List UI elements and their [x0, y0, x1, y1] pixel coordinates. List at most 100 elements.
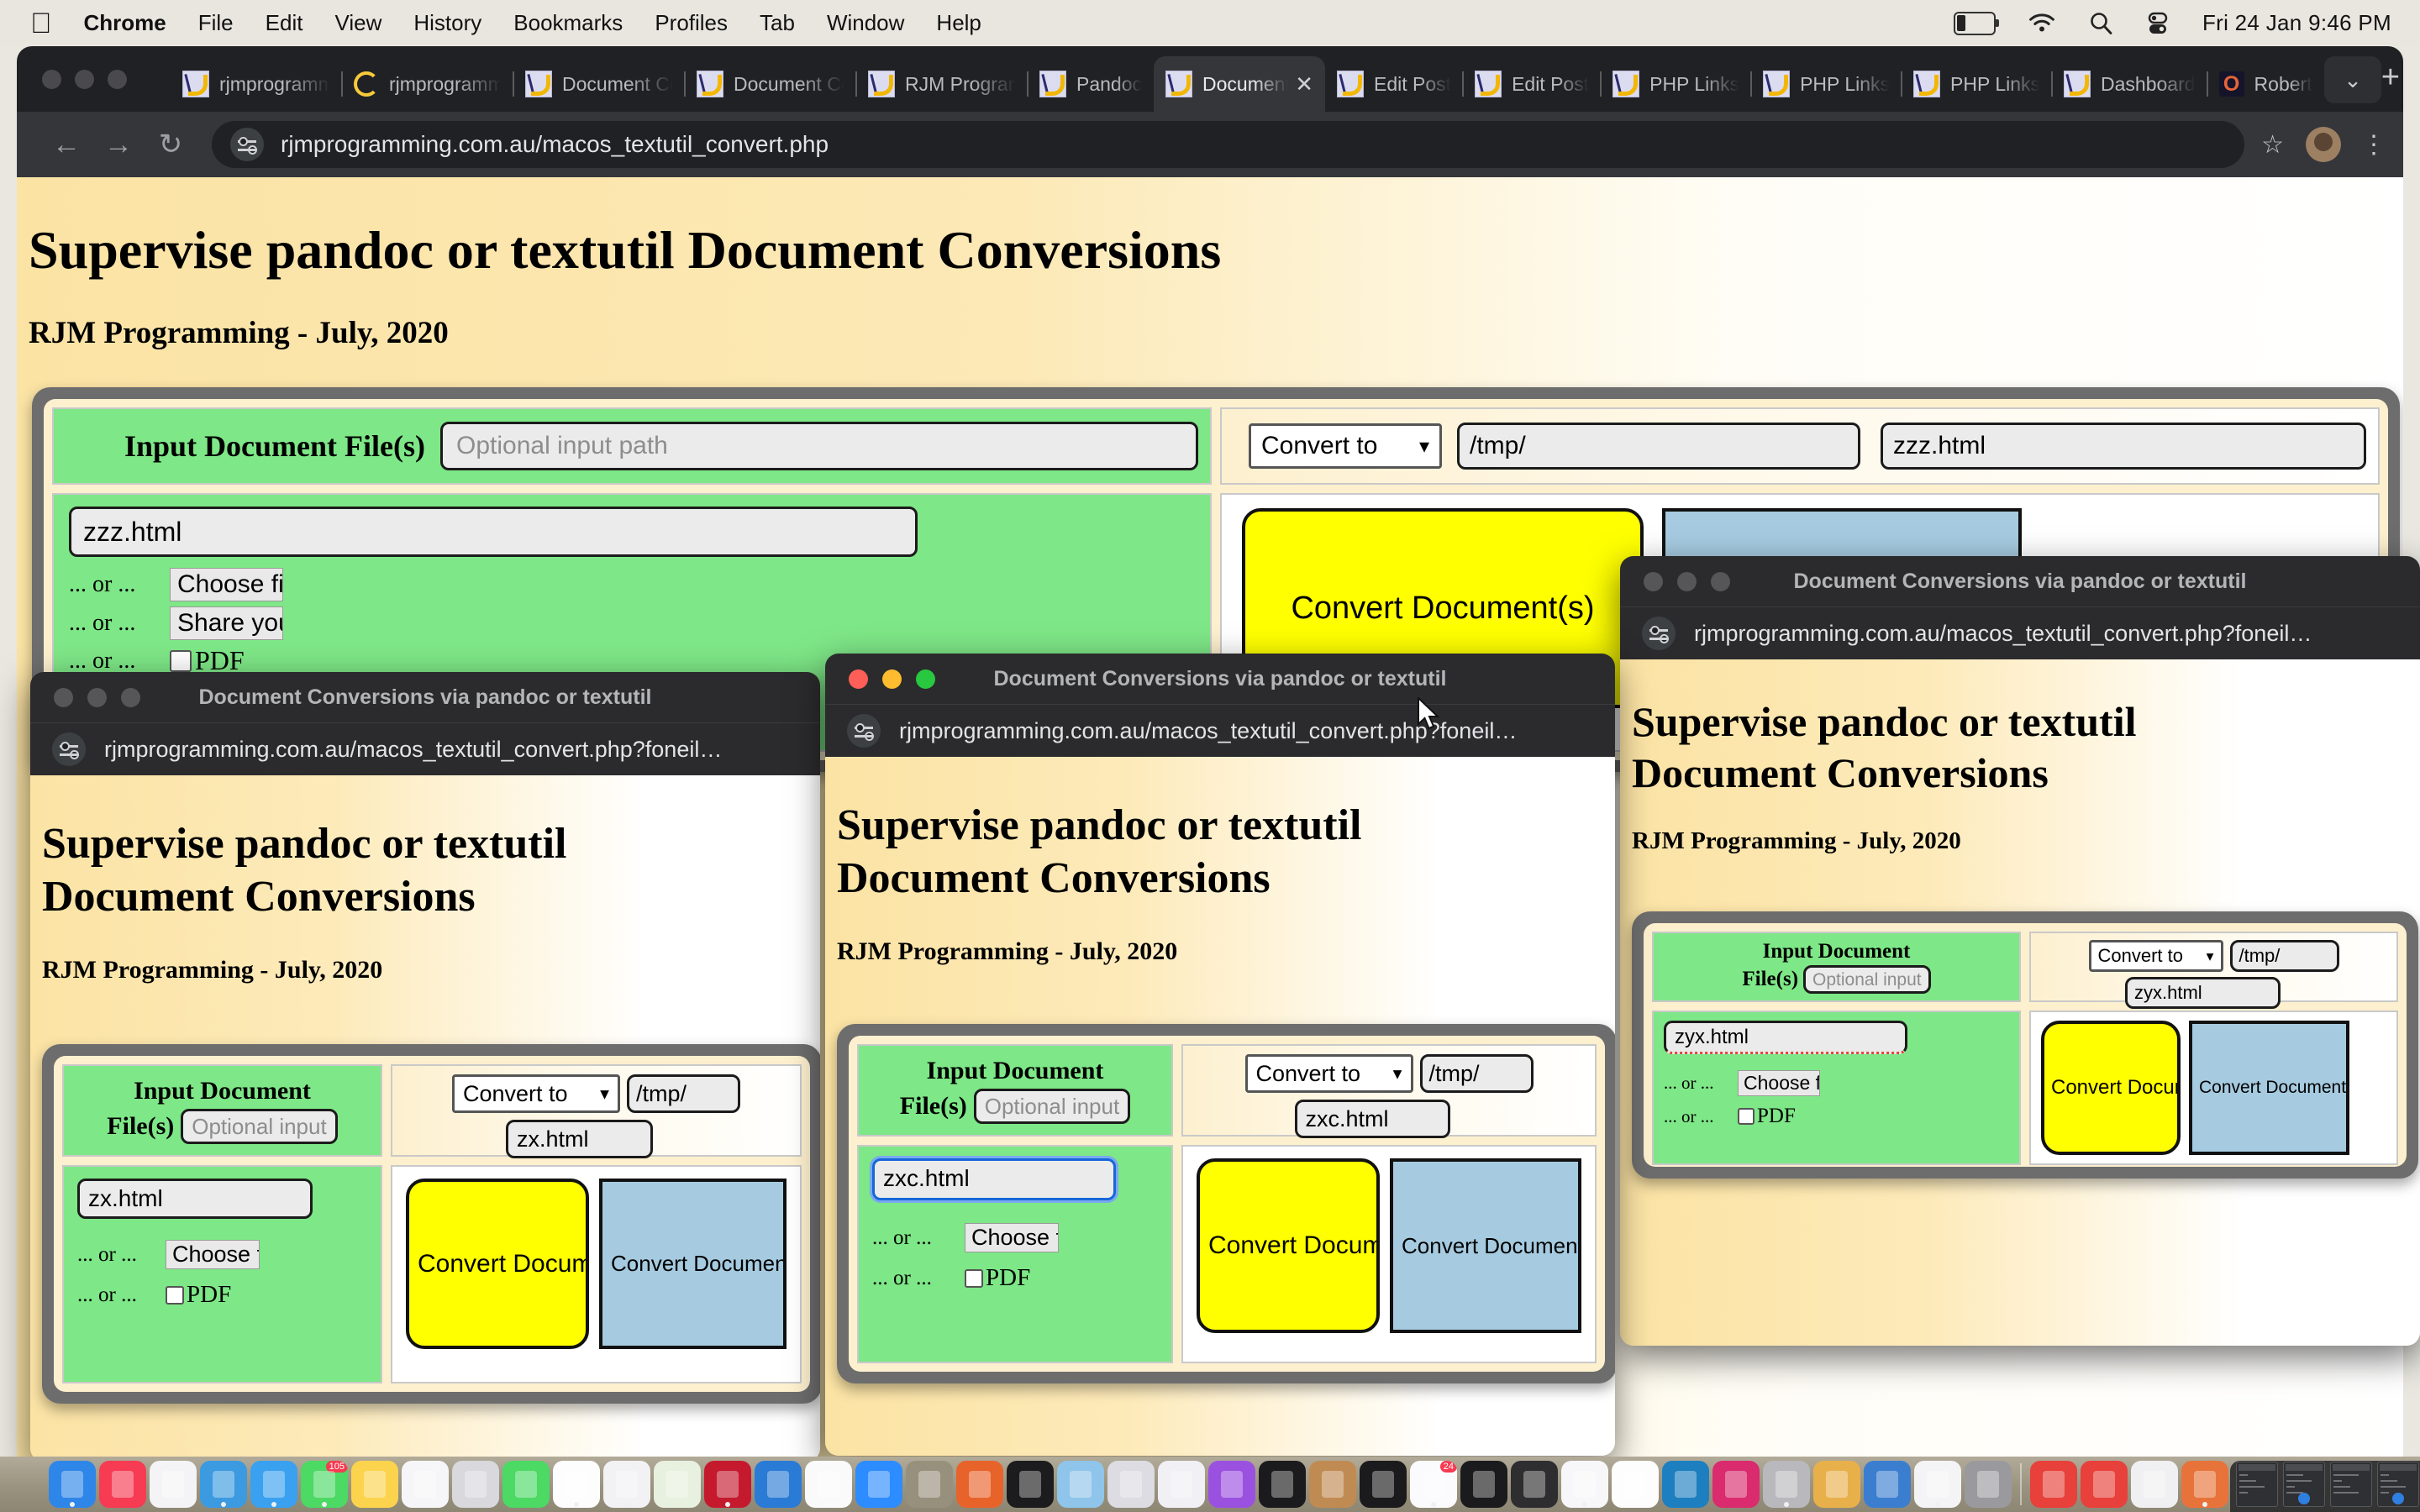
optional-input-path-field[interactable]: Optional input path: [440, 422, 1198, 470]
menu-bar-clock[interactable]: Fri 24 Jan 9:46 PM: [2202, 10, 2391, 36]
output-filename-field[interactable]: zzz.html: [1881, 423, 2366, 470]
popup-1-convert-documents-button[interactable]: Convert Document(s): [406, 1179, 589, 1349]
close-window-button[interactable]: [42, 69, 61, 89]
podcasts-icon[interactable]: [1208, 1461, 1255, 1508]
menu-item-history[interactable]: History: [413, 10, 481, 36]
popup-3-traffic-lights[interactable]: [1644, 571, 1744, 591]
output-path-field[interactable]: /tmp/: [1457, 423, 1860, 470]
popup-1-close-button[interactable]: [54, 687, 73, 707]
popup-3-output-filename-field[interactable]: zyx.html: [2125, 977, 2281, 1009]
popup-3-close-button[interactable]: [1644, 571, 1663, 591]
minimize-window-button[interactable]: [75, 69, 94, 89]
browser-tab-0[interactable]: rjmprogramming: [171, 56, 342, 112]
reminders-icon[interactable]: [150, 1461, 197, 1508]
popup-3-convert-documents-button[interactable]: Convert Document(s): [2041, 1021, 2181, 1155]
popup-1-filename-field[interactable]: zx.html: [77, 1179, 313, 1219]
popup-2-choose-files-button[interactable]: Choose files: [965, 1223, 1059, 1252]
firefox-icon[interactable]: [956, 1461, 1003, 1508]
preview-icon[interactable]: [1612, 1461, 1659, 1508]
site-settings-tune-icon[interactable]: [230, 128, 264, 161]
popup-window-3[interactable]: Document Conversions via pandoc or textu…: [1620, 556, 2420, 1346]
menu-item-chrome[interactable]: Chrome: [84, 10, 166, 36]
reload-button[interactable]: ↻: [145, 130, 197, 159]
music-icon[interactable]: [99, 1461, 146, 1508]
photos-icon[interactable]: [1107, 1461, 1155, 1508]
popup-3-pdf-checkbox[interactable]: [1738, 1108, 1754, 1125]
notes-icon[interactable]: [351, 1461, 398, 1508]
minimized-window-2[interactable]: [2330, 1462, 2372, 1507]
menu-item-bookmarks[interactable]: Bookmarks: [513, 10, 623, 36]
xcode-icon[interactable]: [755, 1461, 802, 1508]
facetime-icon[interactable]: [502, 1461, 550, 1508]
menu-item-profiles[interactable]: Profiles: [655, 10, 728, 36]
camera-icon[interactable]: [2081, 1461, 2128, 1508]
popup-2-close-button[interactable]: [849, 669, 868, 689]
site-settings-tune-icon[interactable]: [52, 732, 86, 766]
textedit-icon[interactable]: [553, 1461, 600, 1508]
battery-low-icon[interactable]: [1953, 11, 1999, 35]
convert-to-select[interactable]: Convert to ▾: [1249, 423, 1442, 469]
browser-tab-5[interactable]: Pandoc: [1027, 56, 1154, 112]
browser-tab-12[interactable]: Dashboard: [2051, 56, 2207, 112]
chrome-icon[interactable]: [1561, 1461, 1608, 1508]
browser-tab-9[interactable]: PHP Links: [1600, 56, 1751, 112]
tab-search-chevron-down-icon[interactable]: ⌄: [2324, 56, 2381, 103]
minimized-window-1[interactable]: [2283, 1462, 2325, 1507]
contacts-icon[interactable]: [1309, 1461, 1356, 1508]
popup-1-convert-documents-secondary-button[interactable]: Convert Document(s): [599, 1179, 786, 1349]
terminal-icon[interactable]: [1259, 1461, 1306, 1508]
wheel-icon[interactable]: [1763, 1461, 1810, 1508]
finder-icon[interactable]: [49, 1461, 96, 1508]
appletv-icon[interactable]: [1007, 1461, 1054, 1508]
new-tab-button[interactable]: +: [2381, 61, 2400, 93]
menu-item-window[interactable]: Window: [827, 10, 904, 36]
popup-2-traffic-lights[interactable]: [849, 669, 950, 689]
dental-icon[interactable]: [1965, 1461, 2012, 1508]
menu-item-edit[interactable]: Edit: [266, 10, 303, 36]
popup-2-address-bar[interactable]: rjmprogramming.com.au/macos_textutil_con…: [825, 704, 1615, 757]
filename-field[interactable]: zzz.html: [69, 507, 918, 557]
popup-1-traffic-lights[interactable]: [54, 687, 155, 707]
safari-icon[interactable]: [200, 1461, 247, 1508]
chrome-menu-icon[interactable]: ⋮: [2361, 132, 2386, 157]
news-icon[interactable]: [805, 1461, 852, 1508]
forward-button[interactable]: →: [92, 130, 145, 159]
popup-2-titlebar[interactable]: Document Conversions via pandoc or textu…: [825, 654, 1615, 704]
menu-item-help[interactable]: Help: [936, 10, 981, 36]
share-media-button[interactable]: Share your media: [170, 606, 283, 640]
palette-icon[interactable]: [1813, 1461, 1860, 1508]
apple-logo-icon[interactable]: : [30, 9, 52, 38]
popup-2-convert-to-select[interactable]: Convert to ▾: [1244, 1054, 1413, 1093]
popup-3-filename-field[interactable]: zyx.html: [1664, 1021, 1907, 1054]
popup-3-choose-files-button[interactable]: Choose files: [1738, 1070, 1820, 1096]
pdf-checkbox[interactable]: [170, 649, 192, 672]
browser-tab-3[interactable]: Document Conve: [684, 56, 856, 112]
popup-1-output-filename-field[interactable]: zx.html: [506, 1120, 653, 1158]
popup-1-convert-to-select[interactable]: Convert to ▾: [452, 1074, 620, 1113]
browser-tab-2[interactable]: Document Conve: [513, 56, 685, 112]
maximize-window-button[interactable]: [108, 69, 127, 89]
browser-tab-6[interactable]: Document Conve ✕: [1154, 56, 1326, 112]
gimp-icon[interactable]: [906, 1461, 953, 1508]
popup-window-1[interactable]: Document Conversions via pandoc or textu…: [30, 672, 820, 1462]
mail-icon[interactable]: [250, 1461, 297, 1508]
popup-1-maximize-button[interactable]: [121, 687, 140, 707]
popup-3-titlebar[interactable]: Document Conversions via pandoc or textu…: [1620, 556, 2420, 606]
browser-tab-13[interactable]: O Robert: [2206, 56, 2324, 112]
popup-3-minimize-button[interactable]: [1677, 571, 1697, 591]
popup-2-maximize-button[interactable]: [916, 669, 935, 689]
mail-alt-icon[interactable]: [402, 1461, 449, 1508]
sketch-icon[interactable]: [1057, 1461, 1104, 1508]
popup-3-maximize-button[interactable]: [1711, 571, 1730, 591]
popup-2-output-path-field[interactable]: /tmp/: [1419, 1054, 1534, 1093]
browser-tab-1[interactable]: rjmprogramming: [341, 56, 513, 112]
opera-icon[interactable]: [603, 1461, 650, 1508]
minimized-window-0[interactable]: [2236, 1462, 2278, 1507]
popup-2-optional-input-path-field[interactable]: Optional input: [973, 1089, 1131, 1124]
messages-icon[interactable]: 105: [301, 1461, 348, 1508]
wifi-icon[interactable]: [2028, 13, 2056, 34]
filezilla-icon[interactable]: [704, 1461, 751, 1508]
site-settings-tune-icon[interactable]: [1642, 617, 1676, 650]
maps-icon[interactable]: [654, 1461, 701, 1508]
site-settings-tune-icon[interactable]: [847, 714, 881, 748]
